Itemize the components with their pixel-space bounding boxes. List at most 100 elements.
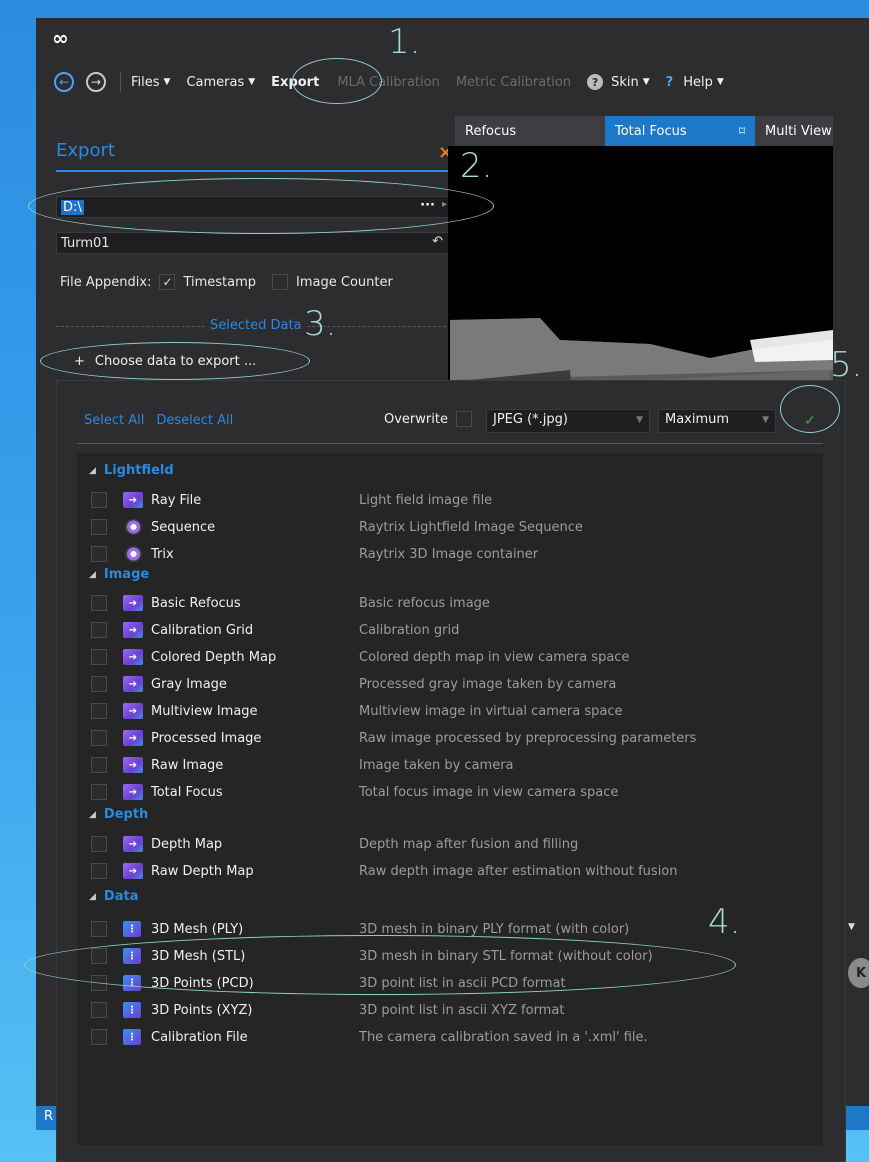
overwrite-label: Overwrite [384, 411, 448, 427]
chevron-down-icon[interactable]: ▼ [848, 922, 855, 932]
item-name: Trix [151, 546, 174, 562]
cameras-menu[interactable]: Cameras ▼ [186, 75, 255, 90]
skin-menu[interactable]: ? Skin ▼ [587, 74, 650, 90]
format-value: JPEG (*.jpg) [493, 412, 568, 427]
group-depth[interactable]: ◢ Depth [89, 807, 148, 822]
item-description: Total focus image in view camera space [359, 784, 619, 800]
item-description: Basic refocus image [359, 595, 490, 611]
tab-total-focus[interactable]: Total Focus ⌑ [605, 116, 755, 146]
item-checkbox[interactable] [91, 757, 107, 773]
timestamp-checkbox[interactable]: ✓ [159, 274, 176, 290]
skin-icon: ? [587, 74, 604, 90]
item-description: Raw depth image after estimation without… [359, 863, 678, 879]
image-export-icon: ➔ [123, 676, 143, 692]
metric-calibration-button[interactable]: Metric Calibration [456, 75, 571, 90]
item-description: Light field image file [359, 492, 493, 508]
annotation-number: 2. [460, 146, 493, 186]
item-name: Depth Map [151, 836, 223, 852]
item-description: Raytrix 3D Image container [359, 546, 539, 562]
skin-menu-label: Skin [611, 74, 639, 90]
reset-icon[interactable]: ↶ [432, 234, 443, 249]
help-icon: ? [665, 74, 674, 90]
item-name: Raw Depth Map [151, 863, 254, 879]
group-label: Lightfield [103, 463, 174, 478]
ray-file-icon: ➔ [123, 492, 143, 508]
item-checkbox[interactable] [91, 492, 107, 508]
forward-icon[interactable]: → [86, 72, 106, 92]
item-description: 3D point list in ascii XYZ format [359, 1002, 565, 1018]
list-item[interactable]: ➔ Total Focus Total focus image in view … [91, 781, 811, 803]
sequence-icon [125, 519, 142, 535]
item-checkbox[interactable] [91, 1002, 107, 1018]
list-item[interactable]: ⋮ Calibration File The camera calibratio… [91, 1026, 811, 1048]
chevron-down-icon: ▼ [642, 77, 650, 87]
select-all-link[interactable]: Select All [84, 413, 144, 428]
item-checkbox[interactable] [91, 649, 107, 665]
group-label: Depth [103, 807, 149, 822]
item-checkbox[interactable] [91, 676, 107, 692]
image-export-icon: ➔ [123, 622, 143, 638]
list-item[interactable]: ➔ Ray File Light field image file [91, 489, 811, 511]
files-menu[interactable]: Files ▼ [131, 75, 170, 90]
fullscreen-icon[interactable]: ⌑ [739, 124, 745, 138]
item-description: Calibration grid [359, 622, 460, 638]
item-name: Gray Image [151, 676, 227, 692]
deselect-all-link[interactable]: Deselect All [156, 413, 233, 428]
item-name: 3D Points (XYZ) [151, 1002, 253, 1018]
list-item[interactable]: ➔ Multiview Image Multiview image in vir… [91, 700, 811, 722]
export-data-list: ◢ Lightfield ➔ Ray File Light field imag… [77, 453, 823, 1145]
group-image[interactable]: ◢ Image [89, 567, 149, 582]
group-lightfield[interactable]: ◢ Lightfield [89, 463, 174, 478]
overwrite-checkbox[interactable] [455, 411, 472, 427]
item-checkbox[interactable] [91, 519, 107, 535]
chevron-down-icon: ▼ [762, 415, 769, 425]
item-checkbox[interactable] [91, 921, 107, 937]
item-description: The camera calibration saved in a '.xml'… [359, 1029, 648, 1045]
list-item[interactable]: Trix Raytrix 3D Image container [91, 543, 811, 565]
item-checkbox[interactable] [91, 595, 107, 611]
format-select[interactable]: JPEG (*.jpg) ▼ [486, 409, 650, 433]
group-data[interactable]: ◢ Data [89, 889, 138, 904]
list-item[interactable]: ➔ Colored Depth Map Colored depth map in… [91, 646, 811, 668]
item-checkbox[interactable] [91, 622, 107, 638]
list-item[interactable]: ➔ Basic Refocus Basic refocus image [91, 592, 811, 614]
list-item[interactable]: ⋮ 3D Points (XYZ) 3D point list in ascii… [91, 999, 811, 1021]
tab-refocus[interactable]: Refocus [455, 116, 605, 146]
quality-select[interactable]: Maximum ▼ [658, 409, 776, 433]
list-item[interactable]: ➔ Processed Image Raw image processed by… [91, 727, 811, 749]
list-item[interactable]: ➔ Raw Image Image taken by camera [91, 754, 811, 776]
item-checkbox[interactable] [91, 836, 107, 852]
mesh-icon: ⋮ [123, 921, 141, 937]
item-checkbox[interactable] [91, 730, 107, 746]
overwrite-option: Overwrite [384, 411, 472, 427]
item-checkbox[interactable] [91, 546, 107, 562]
help-menu-label: Help [683, 74, 713, 90]
collapse-icon: ◢ [89, 809, 96, 820]
item-checkbox[interactable] [91, 1029, 107, 1045]
points-icon: ⋮ [123, 1002, 141, 1018]
main-toolbar: ← → Files ▼ Cameras ▼ Export MLA Calibra… [36, 64, 869, 100]
item-checkbox[interactable] [91, 784, 107, 800]
avatar[interactable]: K [848, 958, 869, 988]
annotation-number: 3. [304, 304, 337, 344]
item-checkbox[interactable] [91, 863, 107, 879]
files-menu-label: Files [131, 74, 160, 90]
help-menu[interactable]: ? Help ▼ [666, 75, 724, 90]
tab-multi-view[interactable]: Multi View [755, 116, 833, 146]
toolbar-divider [120, 72, 121, 92]
list-item[interactable]: ➔ Raw Depth Map Raw depth image after es… [91, 860, 811, 882]
image-export-icon: ➔ [123, 784, 143, 800]
file-name-field[interactable]: Turm01 ↶ [56, 232, 452, 254]
list-item[interactable]: ➔ Calibration Grid Calibration grid [91, 619, 811, 641]
back-icon[interactable]: ← [54, 72, 74, 92]
collapse-icon: ◢ [89, 891, 96, 902]
item-checkbox[interactable] [91, 703, 107, 719]
status-text: R [44, 1109, 54, 1124]
image-counter-checkbox[interactable] [272, 274, 289, 290]
item-name: Sequence [151, 519, 216, 535]
list-item[interactable]: ➔ Depth Map Depth map after fusion and f… [91, 833, 811, 855]
list-item[interactable]: Sequence Raytrix Lightfield Image Sequen… [91, 516, 811, 538]
list-item[interactable]: ➔ Gray Image Processed gray image taken … [91, 673, 811, 695]
annotation-ellipse-confirm [780, 385, 840, 433]
selection-links: Select All Deselect All [84, 413, 245, 428]
